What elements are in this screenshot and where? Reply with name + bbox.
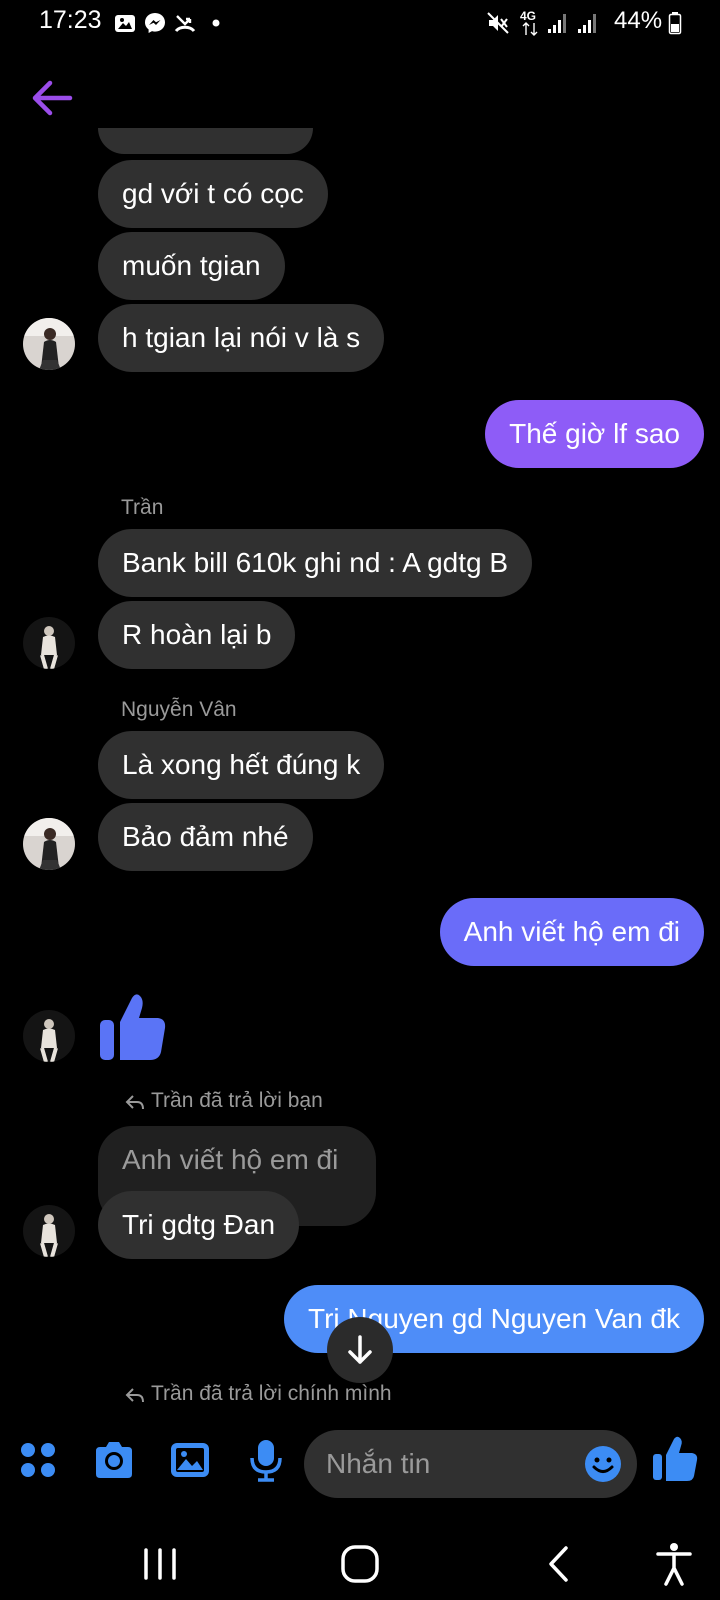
home-icon[interactable]: [336, 1540, 384, 1588]
messenger-notification-icon: [145, 13, 165, 33]
contact-avatar[interactable]: [23, 617, 75, 669]
signal-strength-2-icon: [578, 14, 596, 33]
message-bubble-incoming[interactable]: h tgian lại nói v là s: [98, 304, 385, 372]
avatar-photo-icon: [23, 818, 75, 870]
accessibility-icon[interactable]: [650, 1540, 698, 1588]
message-bubble-incoming[interactable]: muốn tgian: [98, 232, 285, 300]
gallery-icon[interactable]: [168, 1438, 212, 1482]
signal-strength-1-icon: [548, 14, 566, 33]
arrow-down-icon: [348, 1335, 372, 1364]
message-bubble-incoming[interactable]: Bank bill 610k ghi nd : A gdtg B: [98, 529, 533, 597]
status-bar: 17:23 4G 44%: [0, 0, 720, 44]
menu-dots-icon[interactable]: [16, 1438, 60, 1482]
reply-indicator: Trần đã trả lời bạn: [125, 1089, 323, 1113]
more-notifications-dot-icon: [212, 19, 220, 27]
message-bubble-incoming[interactable]: gd với t có cọc: [98, 160, 328, 228]
network-type-label: 4G: [520, 9, 537, 23]
reply-arrow-icon: [125, 1388, 144, 1403]
avatar-photo-icon: [23, 1010, 75, 1062]
message-bubble-incoming[interactable]: Là xong hết đúng k: [98, 731, 385, 799]
message-bubble-incoming[interactable]: R hoàn lại b: [98, 601, 296, 669]
thumbs-up-reaction-icon[interactable]: [98, 990, 168, 1062]
message-bubble-outgoing[interactable]: Anh viết hộ em đi: [439, 898, 704, 966]
thumbs-up-send-icon[interactable]: [652, 1434, 698, 1482]
quoted-message-text: Anh viết hộ em đi: [122, 1144, 339, 1175]
reply-indicator: Trần đã trả lời chính mình: [125, 1382, 392, 1406]
message-bubble-incoming[interactable]: Bảo đảm nhé: [98, 803, 313, 871]
mute-icon: [487, 12, 509, 34]
reply-indicator-text: Trần đã trả lời chính mình: [151, 1382, 392, 1405]
camera-icon[interactable]: [92, 1438, 136, 1482]
reply-arrow-icon: [125, 1095, 144, 1110]
avatar-photo-icon: [23, 1205, 75, 1257]
contact-avatar[interactable]: [23, 318, 75, 370]
battery-percentage: 44%: [614, 7, 663, 34]
sender-name: Nguyễn Vân: [121, 698, 237, 721]
emoji-icon[interactable]: [583, 1444, 623, 1484]
sender-name: Trần: [121, 496, 164, 519]
data-arrows-icon: [522, 22, 538, 36]
message-bubble-outgoing[interactable]: Thế giờ lf sao: [485, 400, 704, 468]
status-time: 17:23: [39, 6, 102, 34]
message-input[interactable]: Nhắn tin: [304, 1430, 637, 1498]
partial-message-bubble: [98, 128, 313, 154]
message-input-placeholder: Nhắn tin: [326, 1448, 431, 1479]
missed-call-icon: [174, 15, 196, 33]
reply-indicator-text: Trần đã trả lời bạn: [151, 1089, 323, 1112]
message-bubble-incoming[interactable]: Tri gdtg Đan: [98, 1191, 300, 1259]
contact-avatar[interactable]: [23, 1205, 75, 1257]
back-icon[interactable]: [536, 1540, 584, 1588]
battery-icon: [668, 12, 682, 35]
gallery-notification-icon: [115, 15, 135, 32]
system-navigation-bar: [0, 1528, 720, 1600]
microphone-icon[interactable]: [244, 1438, 288, 1482]
scroll-to-bottom-button[interactable]: [327, 1317, 393, 1383]
contact-avatar[interactable]: [23, 818, 75, 870]
back-button[interactable]: [30, 78, 74, 118]
avatar-photo-icon: [23, 617, 75, 669]
avatar-photo-icon: [23, 318, 75, 370]
recents-icon[interactable]: [136, 1540, 184, 1588]
messenger-screen: 17:23 4G 44% gd với t có cọc muốn tgian …: [0, 0, 720, 1600]
contact-avatar[interactable]: [23, 1010, 75, 1062]
